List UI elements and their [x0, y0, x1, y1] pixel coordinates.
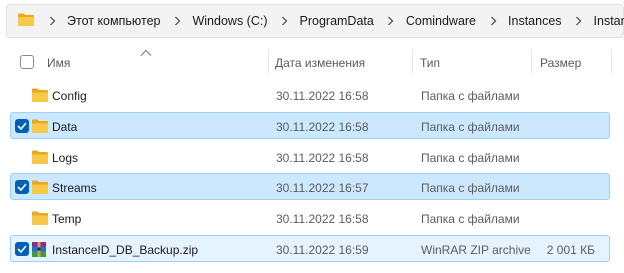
chevron-right-icon[interactable] [382, 15, 400, 27]
file-name: Data [52, 120, 78, 134]
list-item[interactable]: Temp 30.11.2022 16:58 Папка с файлами [10, 204, 610, 231]
breadcrumb-label: Comindware [405, 14, 477, 28]
list-item[interactable]: Logs 30.11.2022 16:58 Папка с файлами [10, 143, 610, 170]
column-type-header[interactable]: Тип [420, 56, 440, 70]
file-name: InstanceID_DB_Backup.zip [52, 243, 199, 257]
column-size-header[interactable]: Размер [540, 56, 581, 70]
file-date: 30.11.2022 16:58 [276, 89, 369, 103]
file-type: Папка с файлами [421, 89, 520, 103]
list-item[interactable]: Config 30.11.2022 16:58 Папка с файлами [10, 81, 610, 108]
column-divider[interactable] [412, 49, 413, 73]
breadcrumb-item[interactable]: Windows (C:) [160, 14, 268, 28]
file-date: 30.11.2022 16:58 [276, 212, 369, 226]
breadcrumb-item[interactable]: Этот компьютер [43, 14, 160, 28]
file-type: Папка с файлами [421, 151, 520, 165]
file-name: Config [52, 89, 87, 103]
folder-icon [17, 12, 35, 30]
address-bar[interactable]: Этот компьютер Windows (C:) ProgramData Com… [6, 4, 624, 38]
column-header: Имя Дата изменения Тип Размер [0, 46, 624, 76]
file-date: 30.11.2022 16:58 [276, 120, 369, 134]
file-name: Temp [52, 212, 82, 226]
chevron-right-icon[interactable] [276, 15, 294, 27]
column-divider[interactable] [531, 49, 532, 73]
file-date: 30.11.2022 16:57 [276, 181, 369, 195]
file-name: Streams [52, 181, 97, 195]
file-date: 30.11.2022 16:59 [276, 243, 369, 257]
sort-ascending-icon [140, 46, 152, 60]
file-type: Папка с файлами [421, 212, 520, 226]
breadcrumb-item[interactable]: Instances [476, 14, 562, 28]
folder-icon [31, 118, 49, 137]
row-checkbox[interactable] [15, 119, 29, 133]
chevron-right-icon[interactable] [484, 15, 502, 27]
file-name: Logs [52, 151, 79, 165]
file-type: WinRAR ZIP archive [421, 243, 531, 257]
file-type: Папка с файлами [421, 181, 520, 195]
winrar-archive-icon [31, 241, 47, 261]
column-divider[interactable] [611, 49, 612, 73]
breadcrumb-label: ProgramData [299, 14, 374, 28]
breadcrumb-item[interactable]: ProgramData [268, 14, 374, 28]
file-size: 2 001 КБ [546, 243, 595, 257]
file-type: Папка с файлами [421, 120, 520, 134]
list-item[interactable]: Data 30.11.2022 16:58 Папка с файлами [10, 112, 610, 139]
row-checkbox[interactable] [15, 180, 29, 194]
folder-icon [31, 149, 49, 168]
folder-icon [31, 87, 49, 106]
chevron-right-icon[interactable] [168, 15, 186, 27]
chevron-right-icon[interactable] [570, 15, 588, 27]
breadcrumb: Этот компьютер Windows (C:) ProgramData Com… [43, 14, 624, 28]
column-divider[interactable] [268, 49, 269, 73]
list-item[interactable]: Streams 30.11.2022 16:57 Папка с файлами [10, 173, 610, 200]
breadcrumb-label: Этот компьютер [67, 14, 161, 28]
breadcrumb-label: InstanceID [593, 14, 624, 28]
column-date-header[interactable]: Дата изменения [275, 56, 365, 70]
select-all-checkbox[interactable] [20, 55, 34, 69]
column-name-header[interactable]: Имя [47, 56, 70, 70]
file-date: 30.11.2022 16:58 [276, 151, 369, 165]
breadcrumb-label: Windows (C:) [192, 14, 268, 28]
row-checkbox[interactable] [15, 242, 29, 256]
breadcrumb-label: Instances [508, 14, 562, 28]
chevron-right-icon[interactable] [43, 15, 61, 27]
breadcrumb-item[interactable]: Comindware [374, 14, 476, 28]
breadcrumb-item[interactable]: InstanceID [562, 14, 624, 28]
folder-icon [31, 179, 49, 198]
list-item[interactable]: InstanceID_DB_Backup.zip 30.11.2022 16:59… [10, 235, 610, 262]
folder-icon [31, 210, 49, 229]
